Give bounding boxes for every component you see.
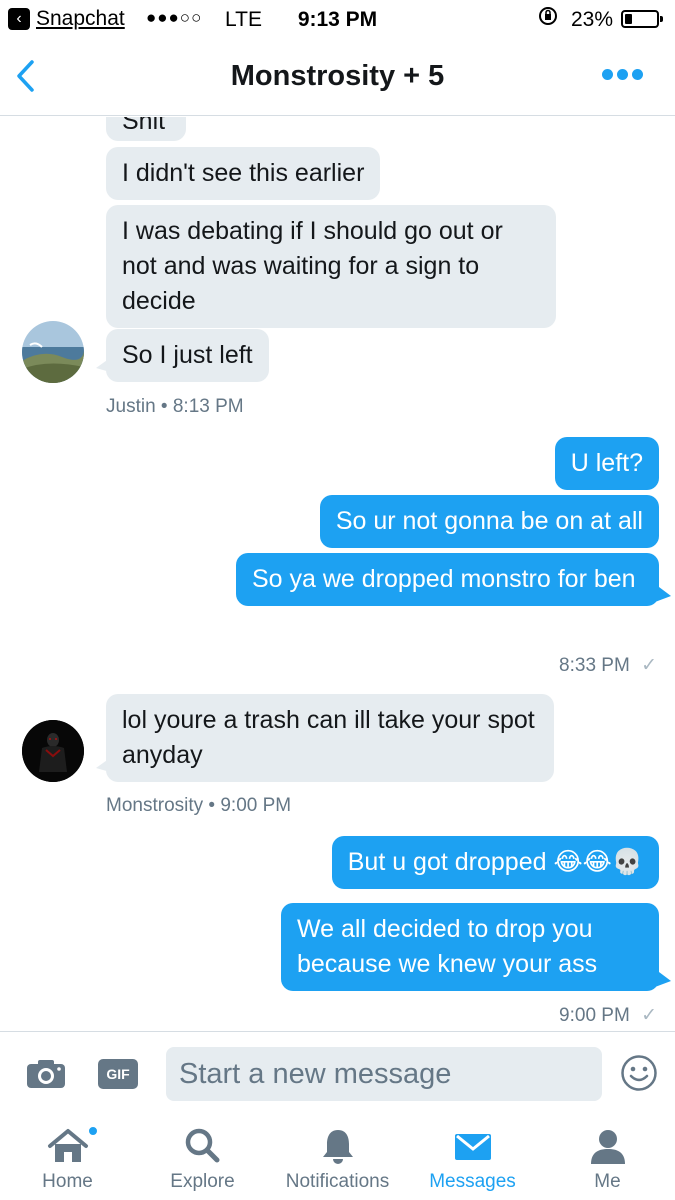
smiley-icon: [621, 1055, 657, 1091]
envelope-icon: [454, 1134, 491, 1160]
sent-check-icon: ✓: [641, 1005, 657, 1026]
message-text: U left?: [570, 449, 643, 477]
status-bar: ‹ Snapchat ●●●○○ LTE 9:13 PM 23%: [0, 0, 675, 38]
search-icon: [185, 1128, 219, 1163]
battery-fill: [625, 14, 632, 24]
message-meta-sent: 8:33 PM ✓: [559, 654, 657, 677]
tab-label: Me: [594, 1171, 621, 1192]
message-text: So ur not gonna be on at all: [335, 507, 643, 535]
message-meta-sent: 9:00 PM ✓: [559, 1004, 657, 1027]
profile-icon: [590, 1130, 625, 1164]
avatar-monstrosity[interactable]: [22, 720, 84, 782]
camera-icon: [27, 1060, 65, 1088]
tab-bar: Home Explore Notifications Messages Me: [0, 1116, 675, 1200]
message-text: lol youre a trash can ill take your spot…: [122, 706, 535, 769]
camera-button[interactable]: [26, 1059, 66, 1094]
sent-check-icon: ✓: [641, 655, 657, 676]
emoji-button[interactable]: [620, 1054, 658, 1097]
message-text: We all decided to drop you because we kn…: [297, 915, 598, 978]
tab-label: Explore: [170, 1171, 235, 1192]
avatar-justin[interactable]: [22, 321, 84, 383]
tab-explore[interactable]: Explore: [135, 1116, 270, 1200]
battery-percent: 23%: [571, 8, 614, 31]
message-meta-justin: Justin • 8:13 PM: [106, 396, 244, 417]
rotation-lock-icon: [538, 6, 558, 32]
outgoing-message[interactable]: So ya we dropped monstro for ben: [236, 553, 671, 606]
message-text: But u got dropped 😂😂💀: [347, 848, 643, 876]
landscape-avatar-image: [22, 321, 84, 383]
tab-notifications[interactable]: Notifications: [270, 1116, 405, 1200]
tab-label: Notifications: [285, 1171, 390, 1192]
message-meta-monstrosity: Monstrosity • 9:00 PM: [106, 795, 292, 816]
timestamp: 8:33 PM: [559, 655, 630, 676]
timestamp: 9:00 PM: [559, 1005, 630, 1026]
conversation-title: Monstrosity + 5: [230, 60, 445, 92]
gif-button[interactable]: GIF: [98, 1059, 138, 1089]
outgoing-message[interactable]: So ur not gonna be on at all: [319, 495, 659, 548]
tab-messages[interactable]: Messages: [405, 1116, 540, 1200]
message-text: So ya we dropped monstro for ben: [252, 565, 636, 593]
incoming-message[interactable]: So I just left: [96, 329, 269, 382]
conversation-header: Monstrosity + 5: [0, 38, 675, 116]
message-text: I didn't see this earlier: [122, 159, 365, 187]
battery-icon: [621, 10, 663, 28]
more-options-icon[interactable]: [602, 69, 643, 80]
outgoing-message[interactable]: But u got dropped 😂😂💀: [331, 836, 659, 889]
message-text: Shit: [122, 117, 166, 135]
incoming-message[interactable]: I was debating if I should go out or not…: [106, 205, 556, 328]
message-composer: GIF: [0, 1031, 675, 1116]
outgoing-message[interactable]: U left?: [554, 437, 659, 490]
tab-label: Messages: [429, 1171, 516, 1192]
bell-icon: [322, 1130, 353, 1164]
message-text: I was debating if I should go out or not…: [122, 217, 503, 315]
message-text: So I just left: [122, 341, 253, 369]
outgoing-message[interactable]: We all decided to drop you because we kn…: [281, 903, 671, 991]
incoming-message[interactable]: lol youre a trash can ill take your spot…: [96, 694, 554, 782]
tab-home[interactable]: Home: [0, 1116, 135, 1200]
tab-label: Home: [42, 1171, 93, 1192]
message-input[interactable]: [166, 1047, 602, 1101]
message-thread[interactable]: Shit I didn't see this earlier I was deb…: [0, 117, 675, 1031]
tab-me[interactable]: Me: [540, 1116, 675, 1200]
home-notification-dot: [88, 1126, 98, 1136]
dark-figure-avatar-image: [22, 720, 84, 782]
incoming-message[interactable]: I didn't see this earlier: [106, 147, 381, 200]
incoming-message[interactable]: Shit: [106, 117, 186, 141]
home-icon: [47, 1129, 88, 1162]
